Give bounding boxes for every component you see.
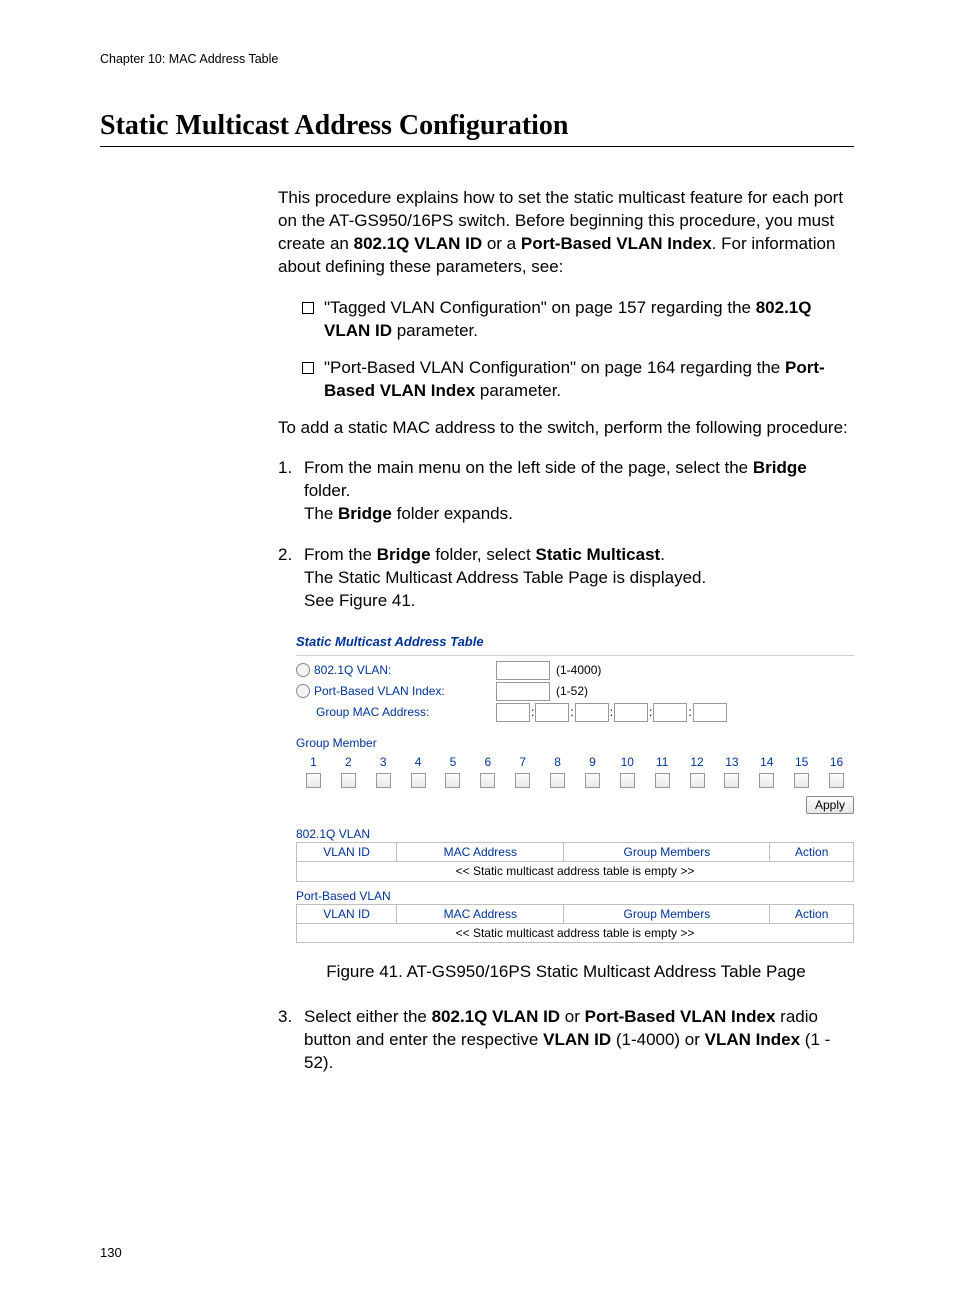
lead-paragraph: To add a static MAC address to the switc…: [278, 417, 854, 440]
mac-octet-1[interactable]: [496, 703, 530, 722]
th-action: Action: [770, 843, 854, 862]
port-header: 14: [749, 753, 784, 771]
square-bullet-icon: [302, 362, 314, 374]
th-vlan-id: VLAN ID: [297, 843, 397, 862]
port-checkbox-4[interactable]: [411, 773, 426, 788]
input-port-vlan[interactable]: [496, 682, 550, 701]
port-header: 7: [505, 753, 540, 771]
square-bullet-icon: [302, 302, 314, 314]
port-header: 2: [331, 753, 366, 771]
range-8021q: (1-4000): [556, 662, 601, 678]
port-checkbox-1[interactable]: [306, 773, 321, 788]
port-checkbox-11[interactable]: [655, 773, 670, 788]
intro-paragraph: This procedure explains how to set the s…: [278, 187, 854, 279]
chapter-header: Chapter 10: MAC Address Table: [100, 52, 854, 66]
port-header: 9: [575, 753, 610, 771]
th-action: Action: [770, 904, 854, 923]
step-2: 2. From the Bridge folder, select Static…: [278, 544, 854, 613]
port-checkbox-5[interactable]: [445, 773, 460, 788]
table-8021q-vlan: VLAN ID MAC Address Group Members Action…: [296, 842, 854, 881]
row-8021q-vlan: 802.1Q VLAN: (1-4000): [296, 660, 854, 681]
row-port-vlan: Port-Based VLAN Index: (1-52): [296, 681, 854, 702]
port-header: 11: [645, 753, 680, 771]
figure-title: Static Multicast Address Table: [296, 631, 854, 656]
port-checkbox-3[interactable]: [376, 773, 391, 788]
port-header: 6: [470, 753, 505, 771]
port-checkbox-6[interactable]: [480, 773, 495, 788]
th-group-members: Group Members: [564, 843, 770, 862]
port-checkbox-15[interactable]: [794, 773, 809, 788]
port-header: 1: [296, 753, 331, 771]
radio-8021q-vlan[interactable]: [296, 663, 310, 677]
apply-button[interactable]: Apply: [806, 796, 854, 814]
label-port-vlan: Port-Based VLAN Index:: [314, 683, 445, 699]
th-vlan-id: VLAN ID: [297, 904, 397, 923]
port-checkbox-2[interactable]: [341, 773, 356, 788]
port-checkbox-14[interactable]: [759, 773, 774, 788]
radio-port-vlan[interactable]: [296, 684, 310, 698]
section-port-vlan: Port-Based VLAN: [296, 888, 854, 904]
port-checkbox-7[interactable]: [515, 773, 530, 788]
ports-grid: 1 2 3 4 5 6 7 8 9 10 11 12 13 14 15 16: [296, 753, 854, 790]
table-port-vlan: VLAN ID MAC Address Group Members Action…: [296, 904, 854, 943]
mac-octet-6[interactable]: [693, 703, 727, 722]
port-header: 10: [610, 753, 645, 771]
label-mac-address: Group MAC Address:: [316, 704, 429, 720]
title-rule: [100, 146, 854, 147]
page-number: 130: [100, 1245, 854, 1260]
th-mac-address: MAC Address: [397, 904, 564, 923]
th-mac-address: MAC Address: [397, 843, 564, 862]
port-header: 15: [784, 753, 819, 771]
port-checkbox-16[interactable]: [829, 773, 844, 788]
step-3: 3. Select either the 802.1Q VLAN ID or P…: [278, 1006, 854, 1075]
mac-octet-2[interactable]: [535, 703, 569, 722]
port-checkbox-10[interactable]: [620, 773, 635, 788]
input-8021q-vlan[interactable]: [496, 661, 550, 680]
port-header: 4: [401, 753, 436, 771]
th-group-members: Group Members: [564, 904, 770, 923]
port-header: 8: [540, 753, 575, 771]
step-1: 1. From the main menu on the left side o…: [278, 457, 854, 526]
label-group-member: Group Member: [296, 735, 854, 751]
bullet-port-vlan: "Port-Based VLAN Configuration" on page …: [278, 357, 854, 403]
section-8021q-vlan: 802.1Q VLAN: [296, 826, 854, 842]
figure-41: Static Multicast Address Table 802.1Q VL…: [296, 631, 854, 943]
row-mac-address: Group MAC Address: : : : : :: [296, 702, 854, 723]
page-title: Static Multicast Address Configuration: [100, 110, 854, 142]
bullet-tagged-vlan: "Tagged VLAN Configuration" on page 157 …: [278, 297, 854, 343]
port-header: 3: [366, 753, 401, 771]
port-header: 16: [819, 753, 854, 771]
range-port-vlan: (1-52): [556, 683, 588, 699]
mac-octet-4[interactable]: [614, 703, 648, 722]
empty-row: << Static multicast address table is emp…: [297, 923, 854, 942]
empty-row: << Static multicast address table is emp…: [297, 862, 854, 881]
port-checkbox-8[interactable]: [550, 773, 565, 788]
port-header: 12: [680, 753, 715, 771]
port-checkbox-12[interactable]: [690, 773, 705, 788]
mac-octet-5[interactable]: [653, 703, 687, 722]
port-header: 13: [715, 753, 750, 771]
port-header: 5: [436, 753, 471, 771]
label-8021q-vlan: 802.1Q VLAN:: [314, 662, 391, 678]
mac-octet-3[interactable]: [575, 703, 609, 722]
figure-caption: Figure 41. AT-GS950/16PS Static Multicas…: [278, 961, 854, 984]
port-checkbox-13[interactable]: [724, 773, 739, 788]
port-checkbox-9[interactable]: [585, 773, 600, 788]
